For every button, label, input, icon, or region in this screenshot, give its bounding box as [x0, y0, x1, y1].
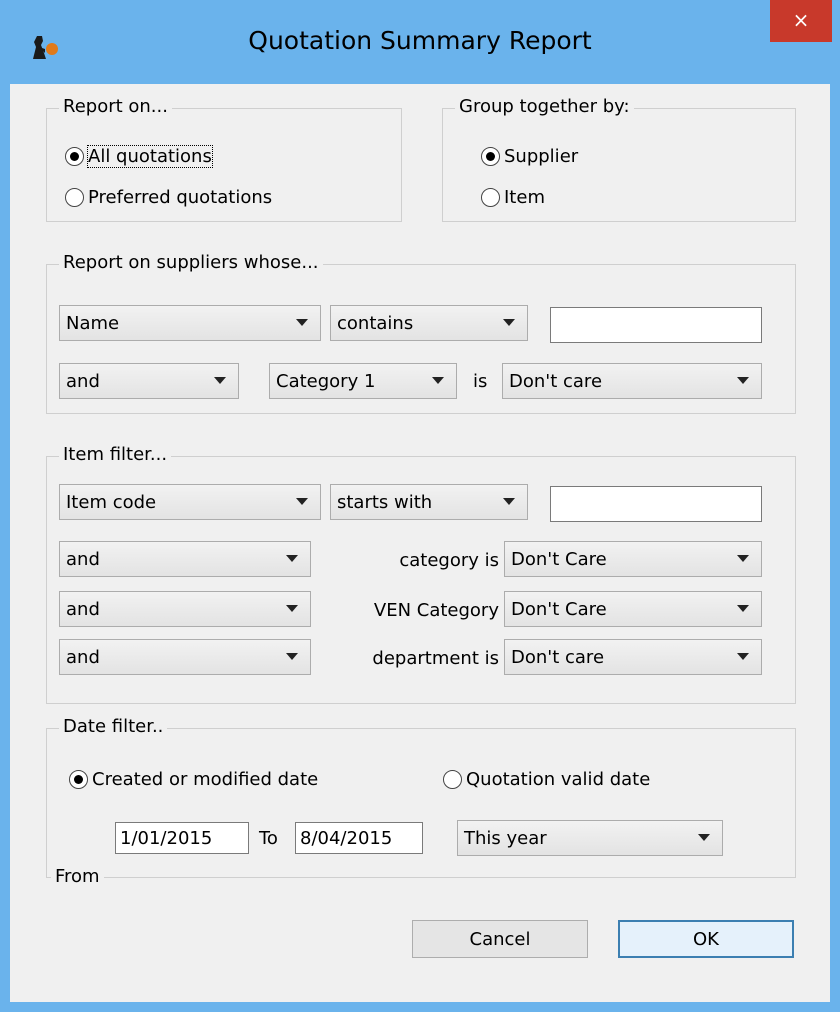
- radio-created-modified-label: Created or modified date: [92, 769, 319, 790]
- dialog-body: Report on... All quotations Preferred qu…: [10, 84, 830, 1002]
- item-category-select[interactable]: Don't Care: [504, 541, 762, 577]
- supplier-filter-group: Report on suppliers whose... Name contai…: [46, 252, 796, 414]
- date-filter-group: Date filter.. Created or modified date Q…: [46, 716, 796, 887]
- item-category-value: Don't Care: [511, 548, 607, 570]
- item-conjunction-value: and: [66, 646, 100, 668]
- close-icon: ×: [792, 8, 810, 32]
- chevron-down-icon: [698, 834, 710, 841]
- cancel-button[interactable]: Cancel: [412, 920, 588, 958]
- supplier-category-value: Category 1: [276, 370, 376, 392]
- radio-selected-icon: [481, 147, 500, 166]
- group-by-group: Group together by: Supplier Item: [442, 96, 796, 222]
- window-title: Quotation Summary Report: [248, 26, 592, 55]
- group-by-legend: Group together by:: [455, 96, 634, 117]
- chevron-down-icon: [286, 653, 298, 660]
- chevron-down-icon: [737, 377, 749, 384]
- supplier-operator-select[interactable]: contains: [330, 305, 528, 341]
- department-is-label: department is: [372, 648, 499, 669]
- report-on-legend: Report on...: [59, 96, 172, 117]
- radio-item[interactable]: Item: [481, 187, 545, 208]
- category-is-label: category is: [399, 550, 499, 571]
- radio-unselected-icon: [443, 770, 462, 789]
- supplier-operator-value: contains: [337, 312, 414, 334]
- item-field-select[interactable]: Item code: [59, 484, 321, 520]
- date-to-input[interactable]: 8/04/2015: [295, 822, 423, 854]
- item-operator-value: starts with: [337, 491, 433, 513]
- chevron-down-icon: [737, 653, 749, 660]
- item-conjunction-select-1[interactable]: and: [59, 541, 311, 577]
- radio-preferred-quotations-label: Preferred quotations: [88, 187, 273, 208]
- chevron-down-icon: [432, 377, 444, 384]
- chevron-down-icon: [296, 498, 308, 505]
- item-department-select[interactable]: Don't care: [504, 639, 762, 675]
- item-conjunction-value: and: [66, 598, 100, 620]
- supplier-field-value: Name: [66, 312, 120, 334]
- chevron-down-icon: [737, 555, 749, 562]
- supplier-category-value-text: Don't care: [509, 370, 603, 392]
- date-from-label: From: [51, 866, 104, 887]
- item-ven-category-value: Don't Care: [511, 598, 607, 620]
- ok-button[interactable]: OK: [618, 920, 794, 958]
- date-to-label: To: [259, 828, 278, 849]
- radio-unselected-icon: [65, 188, 84, 207]
- radio-supplier-label: Supplier: [504, 146, 579, 167]
- item-field-value: Item code: [66, 491, 157, 513]
- supplier-field-select[interactable]: Name: [59, 305, 321, 341]
- dialog-window: Quotation Summary Report × Report on... …: [0, 0, 840, 1012]
- supplier-filter-legend: Report on suppliers whose...: [59, 252, 323, 273]
- report-on-group: Report on... All quotations Preferred qu…: [46, 96, 402, 222]
- supplier-category-value-select[interactable]: Don't care: [502, 363, 762, 399]
- date-period-select[interactable]: This year: [457, 820, 723, 856]
- supplier-conjunction-select[interactable]: and: [59, 363, 239, 399]
- radio-created-modified-date[interactable]: Created or modified date: [69, 769, 318, 790]
- date-from-input[interactable]: 1/01/2015: [115, 822, 249, 854]
- radio-supplier[interactable]: Supplier: [481, 146, 578, 167]
- radio-quotation-valid-date[interactable]: Quotation valid date: [443, 769, 650, 790]
- item-ven-category-select[interactable]: Don't Care: [504, 591, 762, 627]
- radio-all-quotations[interactable]: All quotations: [65, 145, 213, 168]
- item-filter-legend: Item filter...: [59, 444, 172, 465]
- chevron-down-icon: [503, 498, 515, 505]
- date-period-value: This year: [464, 827, 547, 849]
- chevron-down-icon: [214, 377, 226, 384]
- close-button[interactable]: ×: [770, 0, 832, 42]
- radio-preferred-quotations[interactable]: Preferred quotations: [65, 187, 272, 208]
- chevron-down-icon: [286, 555, 298, 562]
- radio-item-label: Item: [504, 187, 545, 208]
- chevron-down-icon: [286, 605, 298, 612]
- radio-selected-icon: [65, 147, 84, 166]
- ven-category-label: VEN Category: [373, 600, 499, 621]
- title-bar[interactable]: Quotation Summary Report ×: [0, 0, 840, 90]
- supplier-conjunction-value: and: [66, 370, 100, 392]
- chevron-down-icon: [737, 605, 749, 612]
- supplier-value-input[interactable]: [550, 307, 762, 343]
- item-operator-select[interactable]: starts with: [330, 484, 528, 520]
- radio-unselected-icon: [481, 188, 500, 207]
- radio-selected-icon: [69, 770, 88, 789]
- item-filter-group: Item filter... Item code starts with and…: [46, 444, 796, 704]
- date-filter-legend: Date filter..: [59, 716, 168, 737]
- item-conjunction-select-3[interactable]: and: [59, 639, 311, 675]
- item-department-value: Don't care: [511, 646, 605, 668]
- radio-all-quotations-label: All quotations: [87, 145, 213, 168]
- item-conjunction-select-2[interactable]: and: [59, 591, 311, 627]
- supplier-category-select[interactable]: Category 1: [269, 363, 457, 399]
- item-conjunction-value: and: [66, 548, 100, 570]
- chevron-down-icon: [296, 319, 308, 326]
- chevron-down-icon: [503, 319, 515, 326]
- radio-quotation-valid-label: Quotation valid date: [466, 769, 651, 790]
- is-label: is: [473, 371, 488, 392]
- item-value-input[interactable]: [550, 486, 762, 522]
